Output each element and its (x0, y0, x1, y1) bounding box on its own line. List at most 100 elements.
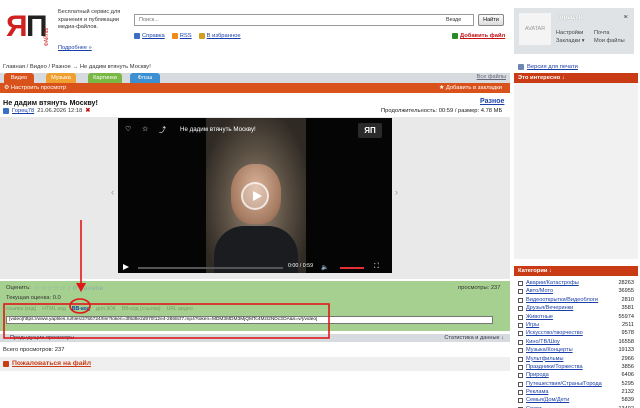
star-icon (198, 33, 205, 39)
favorites-link[interactable]: В избранное (207, 33, 241, 39)
seek-bar[interactable] (138, 267, 283, 269)
category-checkbox[interactable] (518, 331, 523, 337)
category-link[interactable]: Аварии/Катастрофы (526, 280, 606, 286)
mail-link[interactable]: Почта (594, 30, 634, 36)
site-logo[interactable]: Я П ФАЙЛЫ (4, 6, 54, 48)
more-link[interactable]: Подробнее » (58, 45, 92, 51)
category-link[interactable]: Природа (526, 372, 606, 378)
view-settings-button[interactable]: ⚙ Настроить просмотр (4, 85, 66, 91)
tab-music[interactable]: Музыка (46, 73, 76, 83)
tab-video[interactable]: Видео (4, 73, 34, 83)
avatar[interactable]: AVATAR (519, 13, 551, 45)
settings-link[interactable]: Настройки (556, 30, 594, 36)
category-link[interactable]: Разное (480, 98, 504, 105)
add-file-link[interactable]: Добавить файл (460, 33, 505, 39)
site-header: Я П ФАЙЛЫ Бесплатный сервис для хранения… (0, 0, 640, 62)
category-count: 5295 (621, 380, 634, 387)
search-scope-select[interactable]: Везде (446, 17, 461, 23)
embed-code-field[interactable]: [video]https://www.yapfiles.ru/files/375… (6, 316, 493, 324)
print-version-link[interactable]: Версия для печати (527, 64, 578, 70)
category-link[interactable]: Животные (526, 314, 606, 320)
prev-arrow-icon[interactable]: ‹ (111, 187, 114, 197)
play-icon[interactable] (123, 264, 129, 270)
share-icon[interactable]: ⤴ (159, 125, 166, 135)
category-checkbox[interactable] (518, 297, 523, 303)
help-link[interactable]: Справка (142, 33, 165, 39)
author-link[interactable]: Горец78 (12, 108, 34, 114)
category-link[interactable]: Друзья/Вечеринки (526, 305, 606, 311)
embed-tab-link[interactable]: ссылка (код) (6, 306, 36, 312)
embed-tab-lj[interactable]: для ЖЖ (96, 306, 116, 312)
category-count: 3581 (621, 305, 634, 312)
add-bookmark-label: Добавить в закладки (445, 85, 502, 91)
heart-icon[interactable]: ♡ (125, 125, 131, 133)
add-bookmark-button[interactable]: ★ Добавить в закладки (439, 85, 502, 91)
category-item: Мультфильмы 2966 (516, 356, 638, 364)
search-button[interactable]: Найти (478, 14, 504, 26)
view-settings-label: Настроить просмотр (10, 85, 67, 91)
category-link[interactable]: Путешествия/Страны/Города (526, 381, 606, 387)
category-link[interactable]: Праздники/Торжества (526, 364, 606, 370)
category-item: Природа 6406 (516, 372, 638, 380)
stats-bar: Предыдущие просмотры Статистика и данные… (0, 334, 510, 342)
all-files-link[interactable]: Все файлы (477, 74, 506, 80)
embed-tab-bbcode[interactable]: BB-код (72, 306, 90, 312)
categories-heading[interactable]: Категории ↓ (514, 266, 638, 276)
category-link[interactable]: Реклама (526, 389, 606, 395)
category-checkbox[interactable] (518, 306, 523, 312)
my-files-link[interactable]: Мои файлы (594, 38, 634, 44)
category-item: Путешествия/Страны/Города 5295 (516, 381, 638, 389)
category-count: 5839 (621, 397, 634, 404)
play-button[interactable] (241, 182, 269, 210)
rating-stars[interactable]: ☆☆☆☆☆ / 0 разное (34, 284, 104, 292)
category-count: 16558 (618, 338, 634, 345)
category-checkbox[interactable] (518, 289, 523, 295)
volume-icon[interactable]: 🔈 (321, 264, 328, 271)
logout-link[interactable]: ж (624, 14, 628, 20)
upload-date: 21.06.2026 12:18 (37, 108, 83, 114)
previous-views-link[interactable]: Предыдущие просмотры (10, 335, 74, 341)
category-checkbox[interactable] (518, 364, 523, 370)
category-link[interactable]: Искусство/творчество (526, 330, 606, 336)
category-link[interactable]: Музыка/Концерты (526, 347, 606, 353)
embed-tab-bbcode-link[interactable]: BB-код (ссылка) (122, 306, 161, 312)
video-player[interactable]: ♡ ☆ ⤴ Не дадим втянуть Москву! ЯП 0:00 /… (118, 118, 392, 273)
bookmarks-dropdown[interactable]: Закладки ▾ (556, 38, 594, 44)
tab-flash[interactable]: Флэш (130, 73, 160, 83)
search-input[interactable] (134, 14, 474, 26)
category-checkbox[interactable] (518, 381, 523, 387)
statistics-link[interactable]: Статистика и данные ↓ (444, 335, 504, 341)
category-link[interactable]: Кино/ТВ/Шоу (526, 339, 606, 345)
category-link[interactable]: Авто/Мото (526, 288, 606, 294)
report-file-link[interactable]: Пожаловаться на файл (12, 360, 91, 367)
category-link[interactable]: Мультфильмы (526, 356, 606, 362)
username[interactable]: Горец78 (556, 14, 582, 21)
category-checkbox[interactable] (518, 281, 523, 286)
next-arrow-icon[interactable]: › (395, 187, 398, 197)
star-icon[interactable]: ☆ (142, 125, 148, 133)
category-checkbox[interactable] (518, 322, 523, 328)
breadcrumb[interactable]: Главная / Видео / Разное → Не дадим втян… (3, 64, 151, 70)
svg-text:Я: Я (6, 10, 28, 43)
volume-slider[interactable] (340, 267, 364, 269)
video-meta: Горец78 21.06.2026 12:18 ✖ (3, 108, 90, 114)
category-checkbox[interactable] (518, 356, 523, 362)
category-checkbox[interactable] (518, 398, 523, 404)
tab-pictures[interactable]: Картинки (88, 73, 122, 83)
embed-tab-html[interactable]: HTML код (42, 306, 66, 312)
category-count: 9578 (621, 330, 634, 337)
search-form: Везде Найти (134, 14, 504, 26)
category-link[interactable]: Игры (526, 322, 606, 328)
rss-link[interactable]: RSS (180, 33, 192, 39)
interest-heading[interactable]: Это интересно ↓ (514, 73, 638, 83)
category-link[interactable]: Видеооткрытки/Видеоблоги (526, 297, 606, 303)
fullscreen-icon[interactable]: ⛶ (374, 263, 379, 271)
delete-icon[interactable]: ✖ (85, 108, 90, 114)
category-link[interactable]: Семья/Дом/Дети (526, 397, 606, 403)
category-checkbox[interactable] (518, 373, 523, 379)
category-checkbox[interactable] (518, 314, 523, 320)
category-checkbox[interactable] (518, 339, 523, 345)
category-checkbox[interactable] (518, 348, 523, 354)
category-checkbox[interactable] (518, 390, 523, 396)
embed-tab-video-url[interactable]: URL видео (167, 306, 193, 312)
